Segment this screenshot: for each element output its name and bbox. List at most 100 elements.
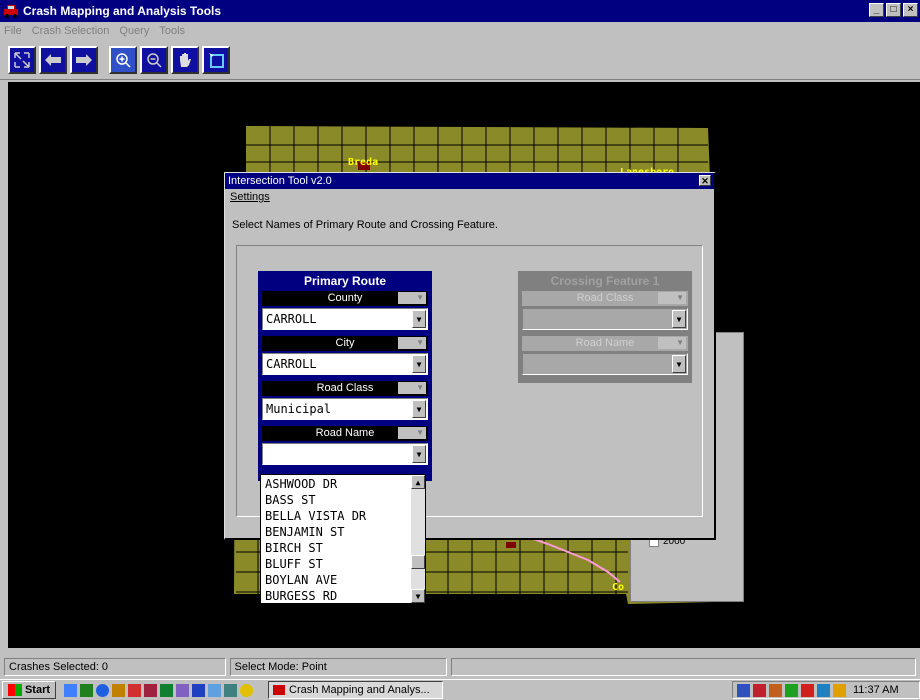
road-name-label-bar: Road Name ▼ <box>262 426 428 441</box>
menu-query[interactable]: Query <box>119 25 149 37</box>
car-app-icon <box>3 3 19 19</box>
alert-icon[interactable] <box>801 683 814 697</box>
powerpoint-icon[interactable] <box>128 683 141 697</box>
mail-icon[interactable] <box>112 683 125 697</box>
town-label-breda: Breda <box>348 157 378 168</box>
app-title-bar: Crash Mapping and Analysis Tools _ □ × <box>0 0 920 22</box>
scroll-thumb[interactable] <box>411 555 425 569</box>
toolbar <box>0 40 920 80</box>
pan-button[interactable] <box>171 45 199 74</box>
smiley-icon[interactable] <box>240 683 253 697</box>
status-bar: Crashes Selected: 0 Select Mode: Point <box>0 656 920 678</box>
maximize-button[interactable]: □ <box>886 3 901 17</box>
road-name-option[interactable]: BIRCH ST <box>263 540 411 556</box>
crossing-road-name-label-bar: Road Name ▼ <box>522 336 688 351</box>
taskbar-app-button[interactable]: Crash Mapping and Analys... <box>268 681 443 699</box>
crossing-road-class-label-bar: Road Class ▼ <box>522 291 688 306</box>
chevron-down-icon[interactable]: ▼ <box>412 400 426 418</box>
city-value: CARROLL <box>266 357 317 371</box>
taskbar-app-label: Crash Mapping and Analys... <box>289 684 430 696</box>
back-button[interactable] <box>39 45 67 74</box>
word-icon[interactable] <box>192 683 205 697</box>
road-class-label-bar: Road Class ▼ <box>262 381 428 396</box>
road-name-label: Road Name <box>315 427 375 439</box>
dialog-close-button[interactable]: ✕ <box>699 175 711 186</box>
grid-status-icon[interactable] <box>785 683 798 697</box>
city-select[interactable]: CARROLL ▼ <box>262 353 428 375</box>
county-select[interactable]: CARROLL ▼ <box>262 308 428 330</box>
menu-settings[interactable]: Settings <box>230 191 270 203</box>
menu-tools[interactable]: Tools <box>159 25 185 37</box>
explorer-icon[interactable] <box>208 683 221 697</box>
town-label-co: Co <box>612 582 624 593</box>
shield-icon[interactable] <box>753 683 766 697</box>
zoom-out-button[interactable] <box>140 45 168 74</box>
road-name-option[interactable]: BASS ST <box>263 492 411 508</box>
start-button[interactable]: Start <box>2 681 56 699</box>
chevron-down-icon[interactable]: ▼ <box>412 310 426 328</box>
app-title: Crash Mapping and Analysis Tools <box>23 4 222 18</box>
road-name-mini-toggle[interactable]: ▼ <box>398 427 426 439</box>
car-app-icon <box>273 685 285 695</box>
minimize-button[interactable]: _ <box>869 3 884 17</box>
start-label: Start <box>24 684 51 696</box>
chevron-down-icon[interactable]: ▼ <box>412 355 426 373</box>
menu-bar: File Crash Selection Query Tools <box>0 22 920 40</box>
dropdown-scrollbar[interactable]: ▲ ▼ <box>411 475 425 603</box>
status-empty-pane <box>451 658 916 676</box>
menu-crash-selection[interactable]: Crash Selection <box>32 25 110 37</box>
scroll-down-icon[interactable]: ▼ <box>411 589 425 603</box>
primary-route-title: Primary Route <box>303 274 387 288</box>
access-icon[interactable] <box>144 683 157 697</box>
county-mini-toggle[interactable]: ▼ <box>398 292 426 304</box>
close-button[interactable]: × <box>903 3 918 17</box>
crossing-road-class-label: Road Class <box>576 292 634 304</box>
sync-icon[interactable] <box>769 683 782 697</box>
county-label-bar: County ▼ <box>262 291 428 306</box>
zoom-in-button[interactable] <box>109 45 137 74</box>
scroll-up-icon[interactable]: ▲ <box>411 475 425 489</box>
zoom-extent-button[interactable] <box>8 45 36 74</box>
excel-icon[interactable] <box>160 683 173 697</box>
pencil-icon[interactable] <box>64 683 77 697</box>
zoom-out-icon <box>147 52 162 68</box>
road-name-option[interactable]: BENJAMIN ST <box>263 524 411 540</box>
chevron-down-icon: ▼ <box>672 355 686 373</box>
crossing-feature-title: Crossing Feature 1 <box>550 274 660 288</box>
crossing-road-name-label: Road Name <box>575 337 635 349</box>
road-name-option[interactable]: BOYLAN AVE <box>263 572 411 588</box>
road-name-option[interactable]: BELLA VISTA DR <box>263 508 411 524</box>
select-button[interactable] <box>202 45 230 74</box>
crossing-road-name-toggle: ▼ <box>658 337 686 349</box>
grid-app-icon[interactable] <box>80 683 93 697</box>
desktop-icon[interactable] <box>224 683 237 697</box>
clock: 11:37 AM <box>853 684 899 696</box>
windows-logo-icon <box>7 684 22 696</box>
road-class-value: Municipal <box>266 402 332 416</box>
road-name-dropdown-list[interactable]: ASHWOOD DR BASS ST BELLA VISTA DR BENJAM… <box>260 474 426 604</box>
road-name-option[interactable]: BLUFF ST <box>263 556 411 572</box>
road-class-mini-toggle[interactable]: ▼ <box>398 382 426 394</box>
road-name-option[interactable]: ASHWOOD DR <box>263 476 411 492</box>
road-name-select[interactable]: ▼ <box>262 443 428 465</box>
dialog-title: Intersection Tool v2.0 <box>228 175 332 187</box>
county-value: CARROLL <box>266 312 317 326</box>
instruction-text: Select Names of Primary Route and Crossi… <box>232 219 498 231</box>
chevron-down-icon[interactable]: ▼ <box>412 445 426 463</box>
user-icon[interactable] <box>833 683 846 697</box>
browser-icon[interactable] <box>96 683 109 697</box>
monitor-icon[interactable] <box>817 683 830 697</box>
forward-button[interactable] <box>70 45 98 74</box>
dialog-title-bar: Intersection Tool v2.0 ✕ <box>225 173 714 189</box>
city-mini-toggle[interactable]: ▼ <box>398 337 426 349</box>
project-icon[interactable] <box>176 683 189 697</box>
city-label: City <box>335 337 355 349</box>
taskbar: Start Crash Mapping and Analys... 11:37 … <box>0 679 920 700</box>
select-icon <box>209 52 224 68</box>
road-name-option[interactable]: BURGESS RD <box>263 588 411 604</box>
crossing-road-class-select: ▼ <box>522 308 688 330</box>
menu-file[interactable]: File <box>4 25 22 37</box>
road-class-select[interactable]: Municipal ▼ <box>262 398 428 420</box>
network-icon[interactable] <box>737 683 750 697</box>
zoom-extent-icon <box>14 51 30 68</box>
